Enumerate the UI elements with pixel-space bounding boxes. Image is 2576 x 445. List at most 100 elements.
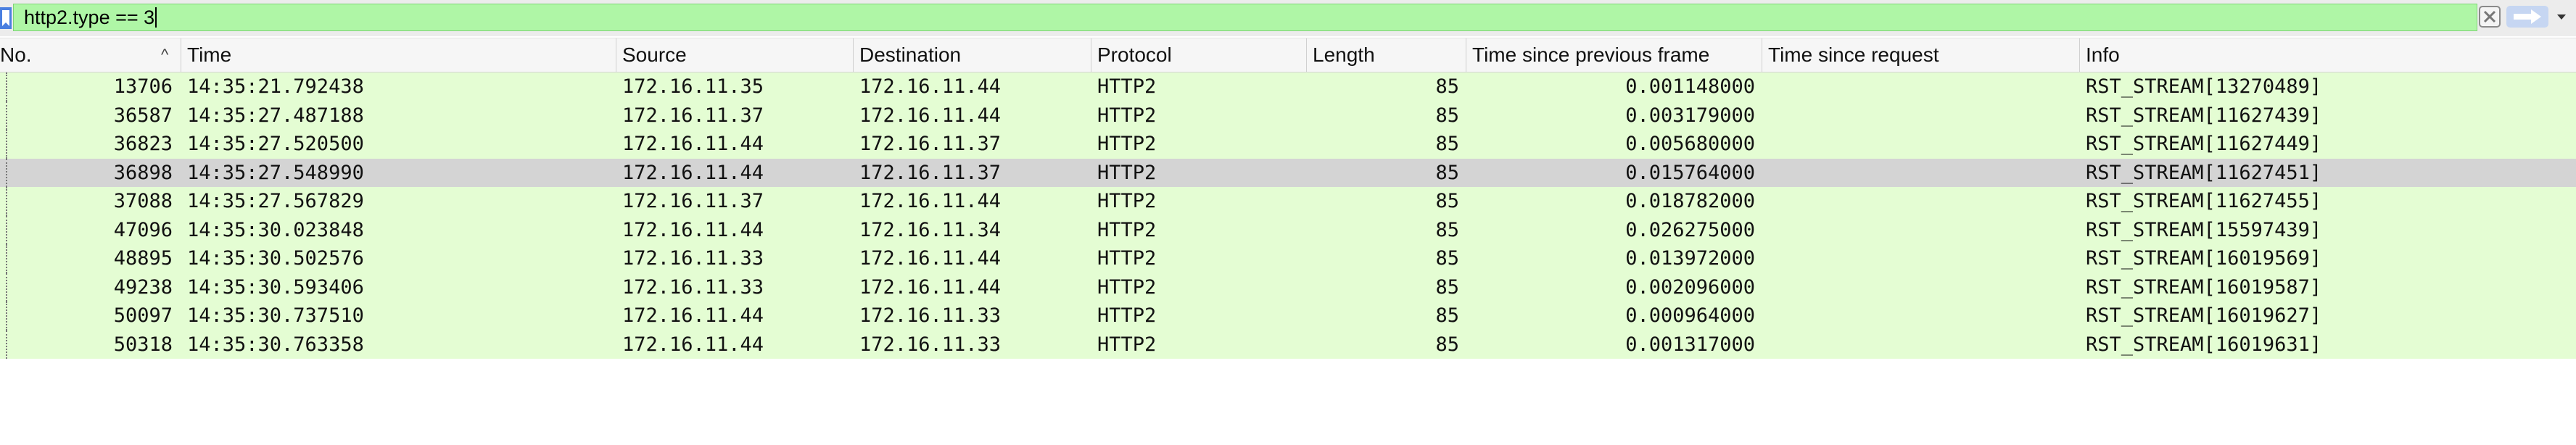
cell-no: 50318 [113, 333, 173, 356]
cell-no: 49238 [113, 275, 173, 299]
cell-no: 50097 [113, 304, 173, 327]
cell-info: RST_STREAM[11627439] [2086, 104, 2322, 127]
cell-time: 14:35:30.737510 [187, 304, 364, 327]
packet-row[interactable]: 13706 14:35:21.792438 172.16.11.35 172.16.1… [0, 72, 2576, 101]
cell-since-request [1768, 330, 2076, 359]
column-header-source[interactable]: Source [616, 38, 854, 72]
cell-length: 85 [1435, 75, 1459, 98]
cell-since-request [1768, 101, 2076, 130]
cell-time: 14:35:27.487188 [187, 104, 364, 127]
column-header-protocol[interactable]: Protocol [1091, 38, 1307, 72]
cell-length: 85 [1435, 275, 1459, 299]
cell-info: RST_STREAM[13270489] [2086, 75, 2322, 98]
cell-delta: 0.018782000 [1625, 190, 1755, 212]
sort-ascending-icon: ^ [161, 46, 169, 64]
cell-protocol: HTTP2 [1097, 190, 1157, 212]
cell-destination: 172.16.11.44 [859, 104, 1002, 127]
cell-delta: 0.005680000 [1625, 133, 1755, 155]
column-header-time[interactable]: Time [181, 38, 616, 72]
cell-length: 85 [1435, 104, 1459, 127]
cell-destination: 172.16.11.44 [859, 190, 1002, 212]
display-filter-text: http2.type == 3 [24, 7, 157, 29]
cell-source: 172.16.11.44 [622, 161, 764, 184]
cell-no: 36898 [113, 161, 173, 184]
cell-since-request [1768, 72, 2076, 101]
packet-row[interactable]: 48895 14:35:30.502576 172.16.11.33 172.16.1… [0, 244, 2576, 273]
cell-length: 85 [1435, 333, 1459, 356]
cell-info: RST_STREAM[16019627] [2086, 304, 2322, 327]
cell-no: 48895 [113, 247, 173, 270]
cell-source: 172.16.11.44 [622, 304, 764, 327]
cell-no: 13706 [113, 75, 173, 98]
cell-since-request [1768, 159, 2076, 188]
column-header-destination[interactable]: Destination [854, 38, 1091, 72]
display-filter-input[interactable]: http2.type == 3 [13, 4, 2477, 31]
cell-delta: 0.015764000 [1625, 161, 1755, 184]
cell-since-request [1768, 273, 2076, 302]
cell-protocol: HTTP2 [1097, 75, 1157, 98]
cell-source: 172.16.11.44 [622, 133, 764, 155]
cell-info: RST_STREAM[15597439] [2086, 218, 2322, 241]
cell-source: 172.16.11.37 [622, 104, 764, 127]
packet-list: 13706 14:35:21.792438 172.16.11.35 172.16.1… [0, 72, 2576, 359]
packet-row[interactable]: 36898 14:35:27.548990 172.16.11.44 172.16.1… [0, 158, 2576, 188]
cell-time: 14:35:30.502576 [187, 247, 364, 270]
cell-destination: 172.16.11.37 [859, 161, 1002, 184]
column-header-length[interactable]: Length [1307, 38, 1466, 72]
arrow-right-icon[interactable] [2506, 6, 2548, 28]
clear-icon[interactable] [2479, 6, 2501, 28]
cell-length: 85 [1435, 161, 1459, 184]
packet-row[interactable]: 50097 14:35:30.737510 172.16.11.44 172.16.1… [0, 301, 2576, 330]
column-header-info[interactable]: Info [2080, 38, 2576, 72]
cell-source: 172.16.11.33 [622, 275, 764, 299]
cell-source: 172.16.11.35 [622, 75, 764, 98]
packet-row[interactable]: 37088 14:35:27.567829 172.16.11.37 172.16.1… [0, 187, 2576, 216]
display-filter-toolbar: http2.type == 3 [0, 0, 2576, 36]
cell-no: 47096 [113, 218, 173, 241]
cell-time: 14:35:30.593406 [187, 275, 364, 299]
cell-source: 172.16.11.44 [622, 218, 764, 241]
cell-length: 85 [1435, 247, 1459, 270]
bookmark-icon[interactable] [0, 7, 12, 29]
cell-since-request [1768, 130, 2076, 159]
cell-protocol: HTTP2 [1097, 161, 1157, 184]
cell-source: 172.16.11.37 [622, 190, 764, 212]
packet-row[interactable]: 50318 14:35:30.763358 172.16.11.44 172.16.1… [0, 330, 2576, 359]
packet-row[interactable]: 47096 14:35:30.023848 172.16.11.44 172.16.1… [0, 215, 2576, 244]
column-header-time-since-previous-frame[interactable]: Time since previous frame [1466, 38, 1762, 72]
cell-info: RST_STREAM[11627449] [2086, 133, 2322, 155]
cell-time: 14:35:30.763358 [187, 333, 364, 356]
cell-time: 14:35:27.567829 [187, 190, 364, 212]
cell-destination: 172.16.11.33 [859, 304, 1002, 327]
cell-time: 14:35:30.023848 [187, 218, 364, 241]
cell-since-request [1768, 301, 2076, 330]
column-header-time-since-request[interactable]: Time since request [1762, 38, 2080, 72]
cell-time: 14:35:27.520500 [187, 133, 364, 155]
cell-delta: 0.002096000 [1625, 275, 1755, 299]
packet-row[interactable]: 49238 14:35:30.593406 172.16.11.33 172.16.1… [0, 273, 2576, 302]
cell-since-request [1768, 187, 2076, 216]
cell-info: RST_STREAM[16019569] [2086, 247, 2322, 270]
cell-length: 85 [1435, 304, 1459, 327]
cell-protocol: HTTP2 [1097, 304, 1157, 327]
cell-protocol: HTTP2 [1097, 275, 1157, 299]
cell-time: 14:35:27.548990 [187, 161, 364, 184]
cell-delta: 0.001148000 [1625, 75, 1755, 98]
cell-destination: 172.16.11.44 [859, 247, 1002, 270]
cell-destination: 172.16.11.34 [859, 218, 1002, 241]
cell-info: RST_STREAM[11627451] [2086, 161, 2322, 184]
column-header-no[interactable]: No. ^ [0, 38, 181, 72]
cell-protocol: HTTP2 [1097, 218, 1157, 241]
cell-source: 172.16.11.44 [622, 333, 764, 356]
cell-info: RST_STREAM[11627455] [2086, 190, 2322, 212]
packet-row[interactable]: 36823 14:35:27.520500 172.16.11.44 172.16.1… [0, 130, 2576, 159]
cell-delta: 0.026275000 [1625, 218, 1755, 241]
cell-delta: 0.001317000 [1625, 333, 1755, 356]
packet-row[interactable]: 36587 14:35:27.487188 172.16.11.37 172.16.1… [0, 101, 2576, 130]
cell-length: 85 [1435, 218, 1459, 241]
cell-length: 85 [1435, 133, 1459, 155]
cell-length: 85 [1435, 190, 1459, 212]
cell-source: 172.16.11.33 [622, 247, 764, 270]
chevron-down-icon[interactable] [2551, 6, 2572, 28]
cell-destination: 172.16.11.44 [859, 275, 1002, 299]
